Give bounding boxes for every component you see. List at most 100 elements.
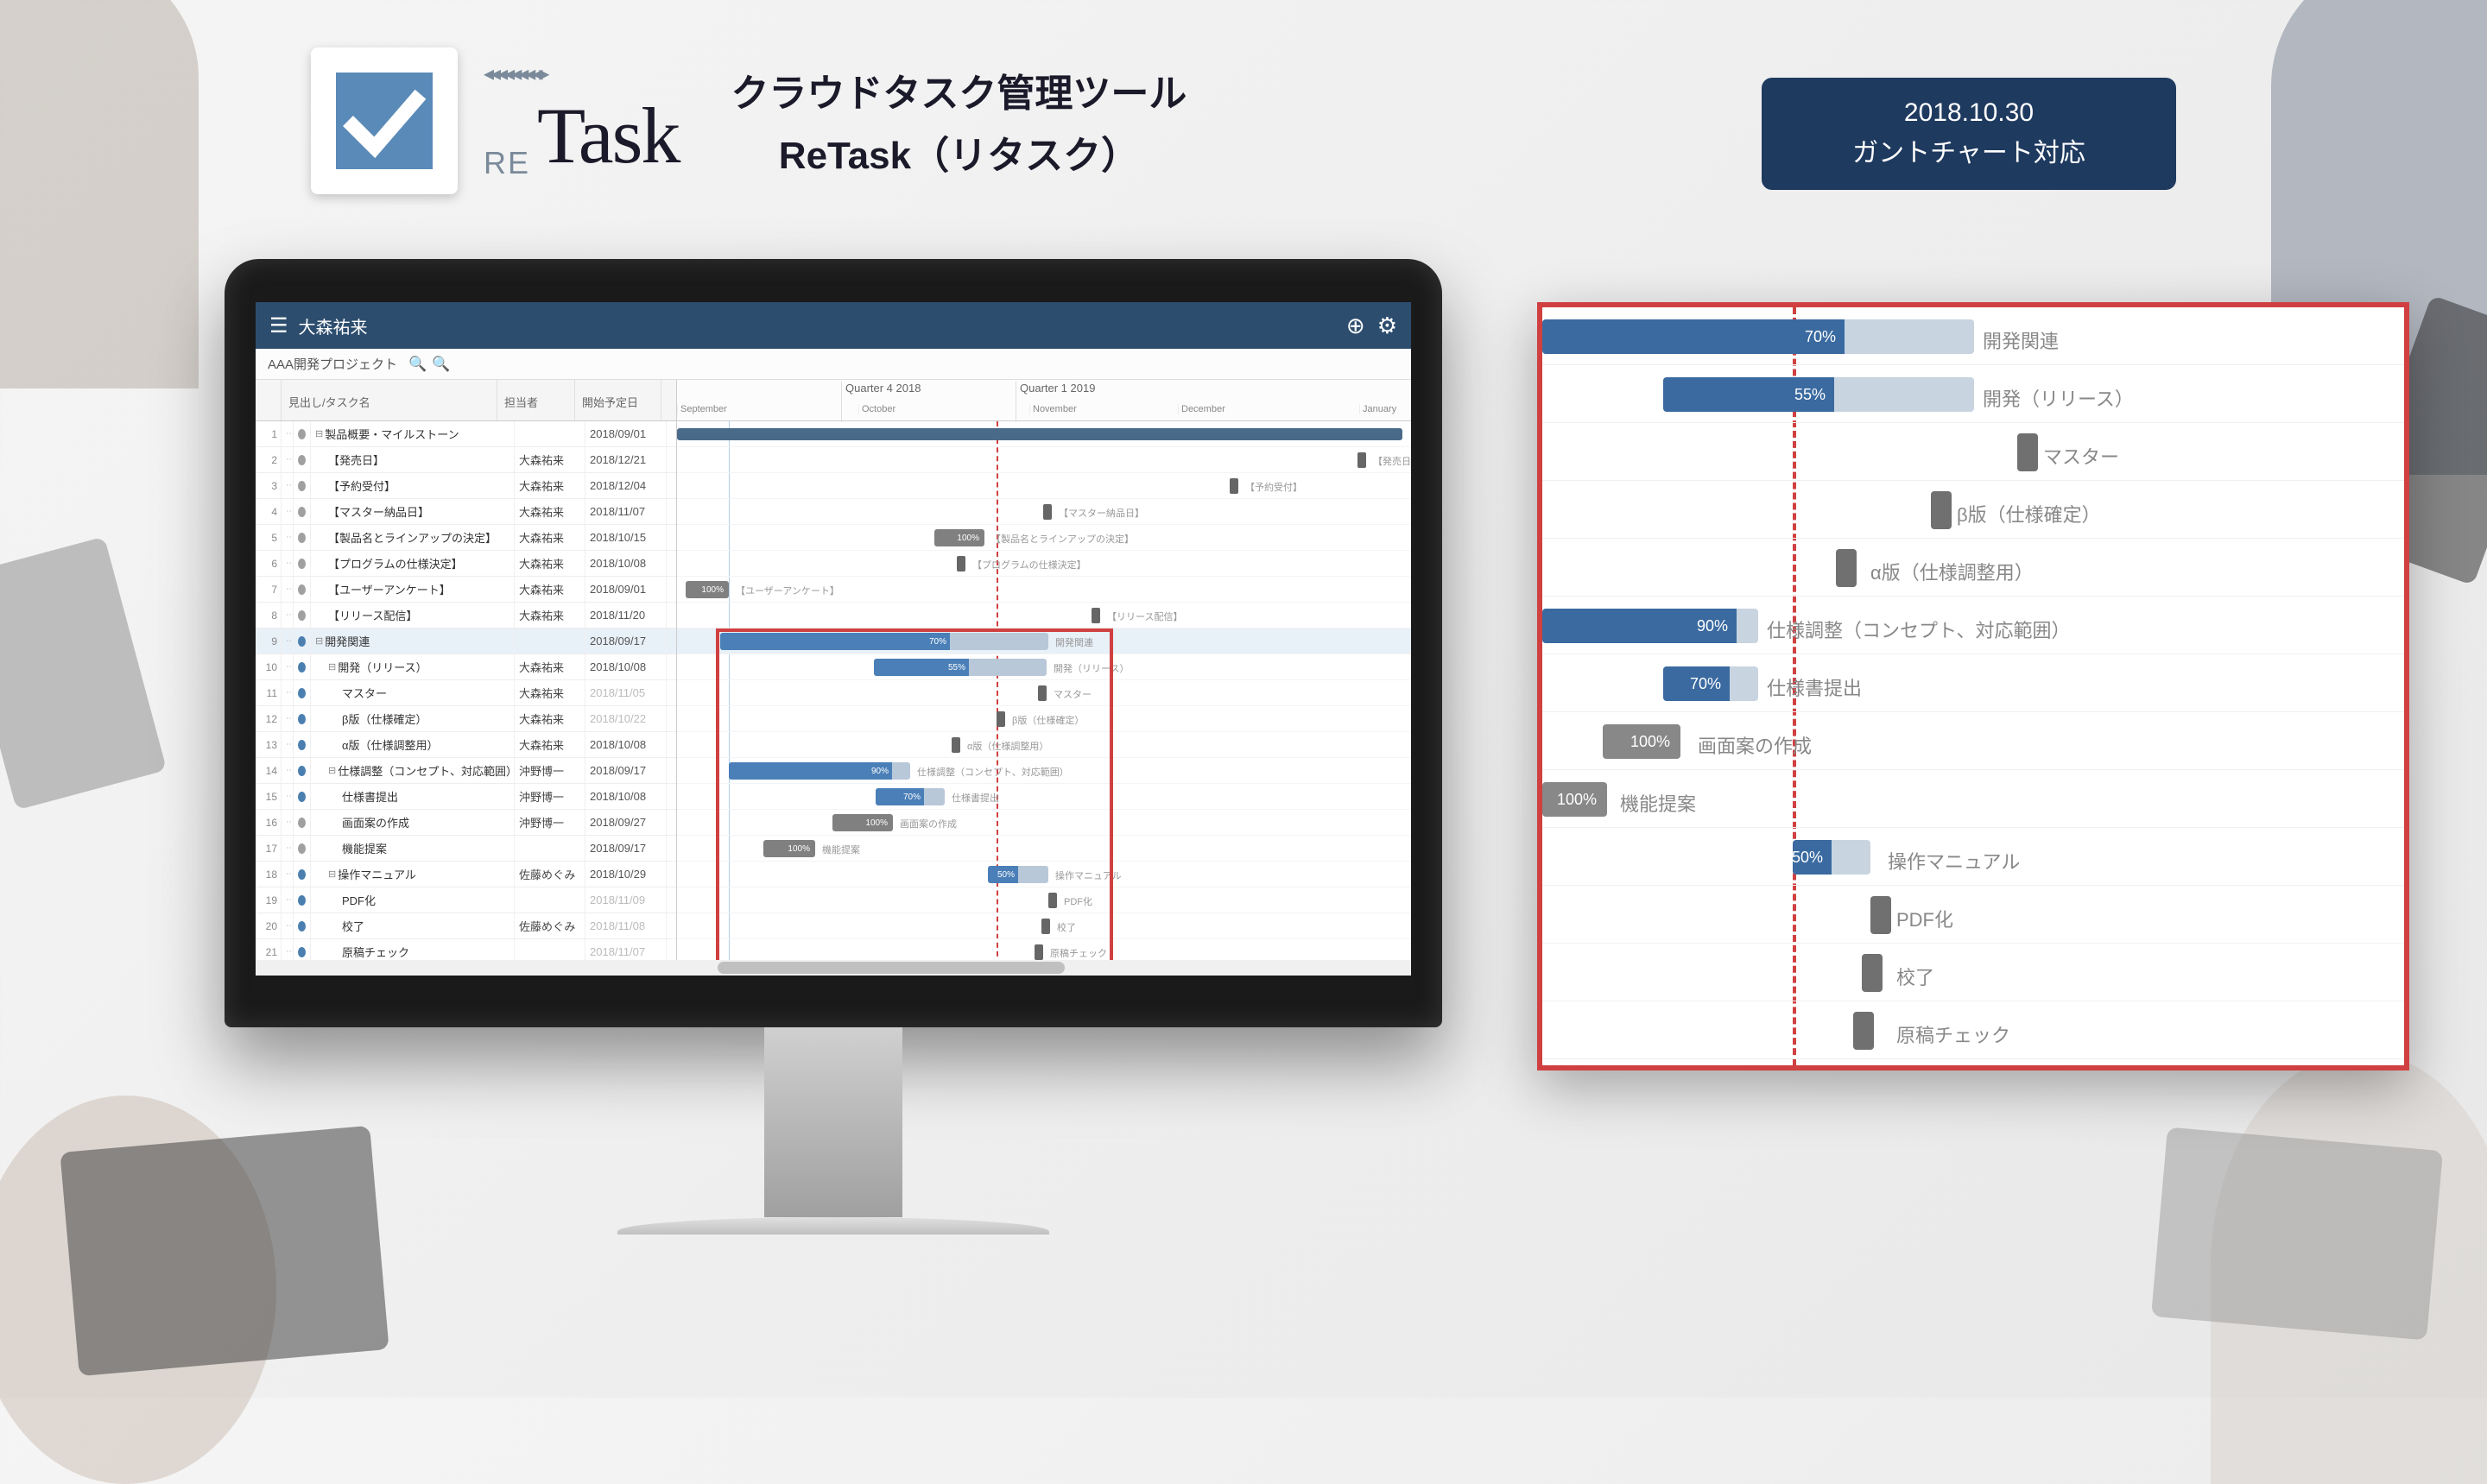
task-date[interactable]: 2018/10/22 — [585, 706, 667, 731]
task-name[interactable]: 機能提案 — [311, 836, 515, 861]
task-assignee[interactable]: 大森祐来 — [515, 654, 585, 679]
detail-bar-progress[interactable]: 90% — [1542, 609, 1758, 643]
gantt-milestone[interactable] — [1043, 504, 1052, 520]
timeline-row[interactable]: 【プログラムの仕様決定】 — [677, 551, 1411, 577]
task-name[interactable]: ⊟仕様調整（コンセプト、対応範囲） — [311, 758, 515, 783]
timeline-row[interactable]: 【マスター納品日】 — [677, 499, 1411, 525]
task-date[interactable]: 2018/11/09 — [585, 887, 667, 913]
task-assignee[interactable] — [515, 887, 585, 913]
task-name[interactable]: 【プログラムの仕様決定】 — [311, 551, 515, 576]
gantt-bar-progress[interactable]: 55% — [874, 659, 1047, 676]
task-date[interactable]: 2018/10/08 — [585, 654, 667, 679]
timeline-row[interactable]: 55% 開発（リリース） — [677, 654, 1411, 680]
task-name[interactable]: 画面案の作成 — [311, 810, 515, 835]
row-menu-icon[interactable]: ⋯ — [282, 421, 294, 446]
table-row[interactable]: 13 ⋯ α版（仕様調整用） 大森祐来 2018/10/08 — [256, 732, 676, 758]
gantt-milestone[interactable] — [1092, 608, 1100, 623]
gantt-milestone[interactable] — [1357, 452, 1366, 468]
task-assignee[interactable]: 大森祐来 — [515, 680, 585, 705]
row-menu-icon[interactable]: ⋯ — [282, 654, 294, 679]
table-row[interactable]: 4 ⋯ 【マスター納品日】 大森祐来 2018/11/07 — [256, 499, 676, 525]
table-row[interactable]: 15 ⋯ 仕様書提出 沖野博一 2018/10/08 — [256, 784, 676, 810]
task-assignee[interactable] — [515, 421, 585, 446]
timeline-row[interactable]: 100% 機能提案 — [677, 836, 1411, 862]
timeline-row[interactable]: 【予約受付】 — [677, 473, 1411, 499]
row-menu-icon[interactable]: ⋯ — [282, 499, 294, 524]
task-name[interactable]: 【製品名とラインアップの決定】 — [311, 525, 515, 550]
task-assignee[interactable]: 大森祐来 — [515, 473, 585, 498]
row-menu-icon[interactable]: ⋯ — [282, 577, 294, 602]
gear-icon[interactable]: ⚙ — [1377, 313, 1397, 339]
task-name[interactable]: 仕様書提出 — [311, 784, 515, 809]
table-row[interactable]: 1 ⋯ ⊟製品概要・マイルストーン 2018/09/01 — [256, 421, 676, 447]
timeline-row[interactable] — [677, 421, 1411, 447]
task-date[interactable]: 2018/10/08 — [585, 551, 667, 576]
timeline-row[interactable]: 50% 操作マニュアル — [677, 862, 1411, 887]
task-date[interactable]: 2018/10/15 — [585, 525, 667, 550]
gantt-bar-complete[interactable]: 100% — [686, 581, 729, 598]
gantt-bar-progress[interactable]: 70% — [720, 633, 1048, 650]
task-assignee[interactable]: 大森祐来 — [515, 499, 585, 524]
task-assignee[interactable]: 沖野博一 — [515, 810, 585, 835]
timeline-row[interactable]: 校了 — [677, 913, 1411, 939]
row-menu-icon[interactable]: ⋯ — [282, 732, 294, 757]
table-row[interactable]: 16 ⋯ 画面案の作成 沖野博一 2018/09/27 — [256, 810, 676, 836]
table-row[interactable]: 6 ⋯ 【プログラムの仕様決定】 大森祐来 2018/10/08 — [256, 551, 676, 577]
task-assignee[interactable] — [515, 628, 585, 654]
task-assignee[interactable]: 沖野博一 — [515, 758, 585, 783]
task-date[interactable]: 2018/09/17 — [585, 628, 667, 654]
table-row[interactable]: 17 ⋯ 機能提案 2018/09/17 — [256, 836, 676, 862]
row-menu-icon[interactable]: ⋯ — [282, 887, 294, 913]
row-menu-icon[interactable]: ⋯ — [282, 784, 294, 809]
row-menu-icon[interactable]: ⋯ — [282, 836, 294, 861]
timeline-row[interactable]: 100% 【製品名とラインアップの決定】 — [677, 525, 1411, 551]
table-row[interactable]: 7 ⋯ 【ユーザーアンケート】 大森祐来 2018/09/01 — [256, 577, 676, 603]
timeline-row[interactable]: 【リリース配信】 — [677, 603, 1411, 628]
task-date[interactable]: 2018/11/20 — [585, 603, 667, 628]
detail-milestone[interactable] — [1836, 549, 1857, 587]
task-name[interactable]: ⊟開発（リリース） — [311, 654, 515, 679]
task-assignee[interactable]: 大森祐来 — [515, 603, 585, 628]
task-date[interactable]: 2018/11/07 — [585, 499, 667, 524]
gantt-milestone[interactable] — [1048, 893, 1057, 908]
zoom-out-icon[interactable]: 🔍 — [432, 356, 450, 373]
task-assignee[interactable] — [515, 836, 585, 861]
task-name[interactable]: 【マスター納品日】 — [311, 499, 515, 524]
timeline-row[interactable]: 70% 仕様書提出 — [677, 784, 1411, 810]
row-menu-icon[interactable]: ⋯ — [282, 758, 294, 783]
zoom-in-icon[interactable]: 🔍 — [408, 356, 427, 373]
task-assignee[interactable]: 佐藤めぐみ — [515, 862, 585, 887]
timeline-row[interactable]: 【発売日】 — [677, 447, 1411, 473]
gantt-milestone[interactable] — [997, 711, 1005, 727]
task-name[interactable]: β版（仕様確定） — [311, 706, 515, 731]
task-name[interactable]: 校了 — [311, 913, 515, 938]
row-menu-icon[interactable]: ⋯ — [282, 551, 294, 576]
task-name[interactable]: マスター — [311, 680, 515, 705]
row-menu-icon[interactable]: ⋯ — [282, 913, 294, 938]
table-row[interactable]: 10 ⋯ ⊟開発（リリース） 大森祐来 2018/10/08 — [256, 654, 676, 680]
scrollbar-horizontal[interactable] — [256, 960, 1411, 976]
task-assignee[interactable]: 大森祐来 — [515, 732, 585, 757]
task-name[interactable]: ⊟製品概要・マイルストーン — [311, 421, 515, 446]
timeline-row[interactable]: 100% 【ユーザーアンケート】 — [677, 577, 1411, 603]
task-date[interactable]: 2018/11/05 — [585, 680, 667, 705]
table-row[interactable]: 8 ⋯ 【リリース配信】 大森祐来 2018/11/20 — [256, 603, 676, 628]
task-date[interactable]: 2018/09/27 — [585, 810, 667, 835]
timeline-row[interactable]: β版（仕様確定） — [677, 706, 1411, 732]
col-heading[interactable]: 見出し/タスク名 — [282, 380, 497, 420]
task-date[interactable]: 2018/10/29 — [585, 862, 667, 887]
task-name[interactable]: PDF化 — [311, 887, 515, 913]
detail-bar-progress[interactable]: 55% — [1663, 377, 1974, 412]
gantt-bar-complete[interactable]: 100% — [763, 840, 815, 857]
task-date[interactable]: 2018/11/08 — [585, 913, 667, 938]
row-menu-icon[interactable]: ⋯ — [282, 862, 294, 887]
task-assignee[interactable]: 大森祐来 — [515, 525, 585, 550]
row-menu-icon[interactable]: ⋯ — [282, 810, 294, 835]
timeline-row[interactable]: 90% 仕様調整（コンセプト、対応範囲） — [677, 758, 1411, 784]
detail-milestone[interactable] — [1931, 491, 1952, 529]
gantt-bar-summary[interactable] — [677, 428, 1402, 440]
task-date[interactable]: 2018/09/17 — [585, 836, 667, 861]
row-menu-icon[interactable]: ⋯ — [282, 447, 294, 472]
row-menu-icon[interactable]: ⋯ — [282, 680, 294, 705]
menu-icon[interactable]: ☰ — [269, 313, 288, 338]
